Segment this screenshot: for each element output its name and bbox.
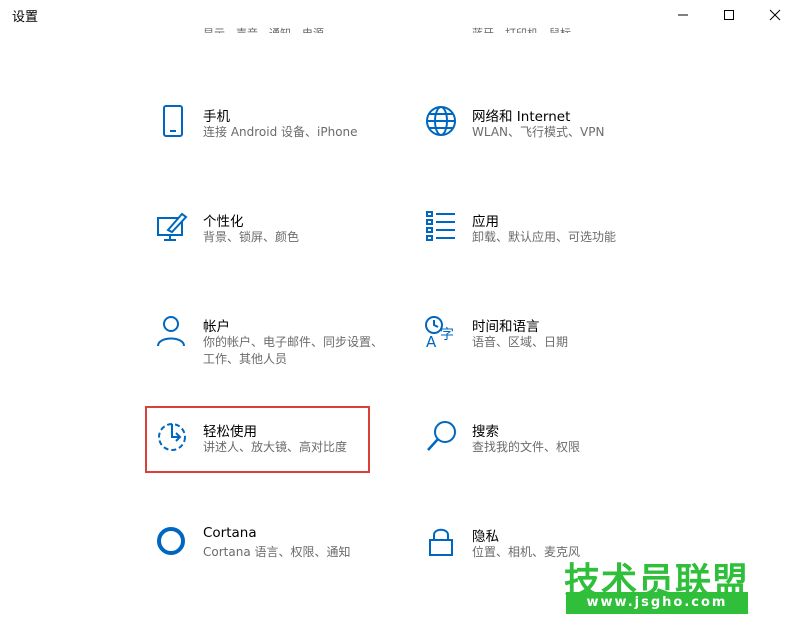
tile-title: 个性化 — [203, 214, 244, 230]
partial-tile-desc-left: 显示、声音、通知、电源 — [203, 21, 324, 33]
svg-text:字: 字 — [440, 327, 454, 343]
phone-icon — [153, 105, 193, 145]
tile-title: 搜索 — [472, 424, 499, 440]
tile-title: 手机 — [203, 109, 230, 125]
person-icon — [153, 315, 193, 355]
tile-search[interactable]: 搜索 查找我的文件、权限 — [422, 420, 652, 484]
tile-desc: Cortana 语言、权限、通知 — [203, 545, 351, 559]
tile-desc: 连接 Android 设备、iPhone — [203, 125, 358, 139]
tile-title: Cortana — [203, 525, 257, 541]
cortana-icon — [153, 525, 193, 565]
maximize-icon — [724, 10, 734, 20]
tile-cortana[interactable]: Cortana Cortana 语言、权限、通知 — [153, 525, 383, 589]
tile-time-language[interactable]: A字 时间和语言 语音、区域、日期 — [422, 315, 652, 379]
tile-title: 网络和 Internet — [472, 109, 571, 125]
title-bar: 设置 — [0, 0, 792, 30]
lock-icon — [422, 525, 462, 565]
minimize-icon — [678, 14, 688, 16]
apps-list-icon — [422, 210, 462, 250]
tile-title: 帐户 — [203, 319, 230, 335]
tile-desc: 卸载、默认应用、可选功能 — [472, 230, 617, 244]
watermark-url: www.jsgho.com — [566, 592, 748, 614]
search-icon — [422, 420, 462, 460]
time-language-icon: A字 — [422, 315, 462, 355]
tile-network[interactable]: 网络和 Internet WLAN、飞行模式、VPN — [422, 105, 652, 169]
tile-title: 时间和语言 — [472, 319, 540, 335]
tile-desc: WLAN、飞行模式、VPN — [472, 125, 605, 139]
close-button[interactable] — [752, 0, 792, 30]
partial-tile-desc-right: 蓝牙、打印机、鼠标 — [472, 21, 571, 33]
tile-title: 应用 — [472, 214, 499, 230]
personalization-icon — [153, 210, 193, 250]
minimize-button[interactable] — [660, 0, 706, 30]
tile-apps[interactable]: 应用 卸载、默认应用、可选功能 — [422, 210, 652, 274]
tile-desc: 查找我的文件、权限 — [472, 440, 581, 454]
tile-desc: 你的帐户、电子邮件、同步设置、工作、其他人员 — [203, 335, 384, 366]
tile-personalization[interactable]: 个性化 背景、锁屏、颜色 — [153, 210, 383, 274]
globe-icon — [422, 105, 462, 145]
maximize-button[interactable] — [706, 0, 752, 30]
close-icon — [769, 9, 781, 21]
tile-desc: 语音、区域、日期 — [472, 335, 569, 349]
tile-desc: 背景、锁屏、颜色 — [203, 230, 300, 244]
svg-text:A: A — [426, 333, 437, 349]
highlight-box — [145, 406, 370, 473]
tile-title: 隐私 — [472, 529, 499, 545]
tile-phone[interactable]: 手机 连接 Android 设备、iPhone — [153, 105, 383, 169]
app-title: 设置 — [12, 10, 39, 25]
tile-accounts[interactable]: 帐户 你的帐户、电子邮件、同步设置、工作、其他人员 — [153, 315, 383, 379]
